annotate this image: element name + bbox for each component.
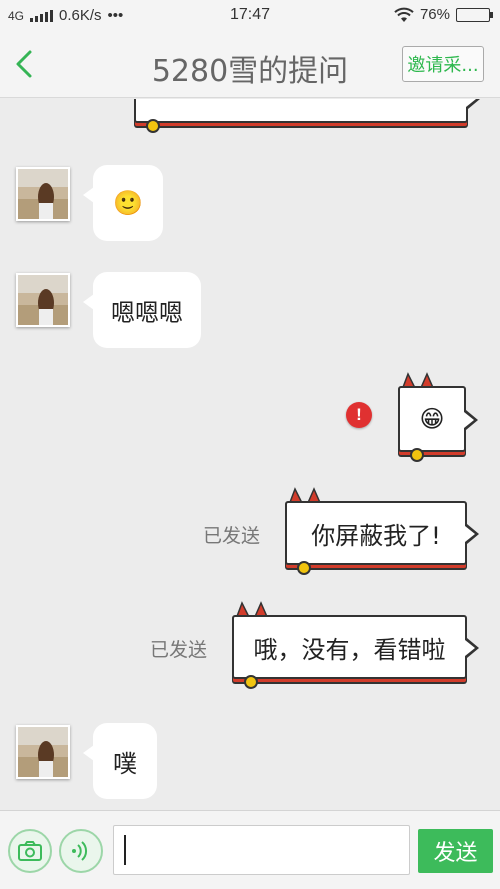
grin-emoji-icon: 😁: [419, 405, 445, 433]
message-bubble-right[interactable]: 你屏蔽我了!: [285, 487, 479, 575]
avatar[interactable]: [16, 167, 70, 221]
message-bubble-right[interactable]: [134, 99, 480, 133]
title-bar: 5280雪的提问 邀请采...: [0, 32, 500, 98]
message-text: [134, 99, 468, 123]
message-bubble-left[interactable]: 嗯嗯嗯: [83, 272, 201, 348]
message-bubble-right[interactable]: 😁: [398, 372, 478, 462]
send-failed-icon[interactable]: !: [346, 402, 372, 428]
voice-button[interactable]: [59, 829, 103, 873]
chat-area[interactable]: 🙂 嗯嗯嗯 ! 😁 已发送 你屏蔽我了! 已发送 哦，没有，看错啦 噗: [0, 99, 500, 810]
input-bar: 发送: [0, 810, 500, 889]
send-button[interactable]: 发送: [418, 829, 493, 873]
message-text: 哦，没有，看错啦: [232, 615, 467, 679]
avatar[interactable]: [16, 725, 70, 779]
camera-icon: [18, 841, 42, 861]
camera-button[interactable]: [8, 829, 52, 873]
text-cursor: [124, 835, 126, 865]
bell-icon: [297, 561, 311, 575]
bell-icon: [244, 675, 258, 689]
message-bubble-left[interactable]: 噗: [83, 723, 157, 799]
message-status: 已发送: [150, 639, 208, 661]
message-status: 已发送: [203, 525, 261, 547]
wifi-icon: [394, 7, 414, 22]
message-text: 噗: [113, 749, 137, 778]
battery-percent: 76%: [419, 6, 450, 23]
status-bar: 4G 0.6K/s ••• 17:47 76%: [0, 0, 500, 32]
voice-icon: [72, 841, 88, 861]
bell-icon: [146, 119, 160, 133]
message-bubble-right[interactable]: 哦，没有，看错啦: [232, 601, 479, 689]
invite-answer-button[interactable]: 邀请采...: [402, 46, 484, 82]
message-input[interactable]: [113, 825, 410, 875]
message-bubble-left[interactable]: 🙂: [83, 165, 163, 241]
avatar[interactable]: [16, 273, 70, 327]
battery-icon: [456, 7, 493, 22]
bell-icon: [410, 448, 424, 462]
smile-emoji-icon: 🙂: [113, 189, 143, 217]
message-text: 嗯嗯嗯: [111, 298, 183, 327]
message-text: 你屏蔽我了!: [285, 501, 467, 565]
